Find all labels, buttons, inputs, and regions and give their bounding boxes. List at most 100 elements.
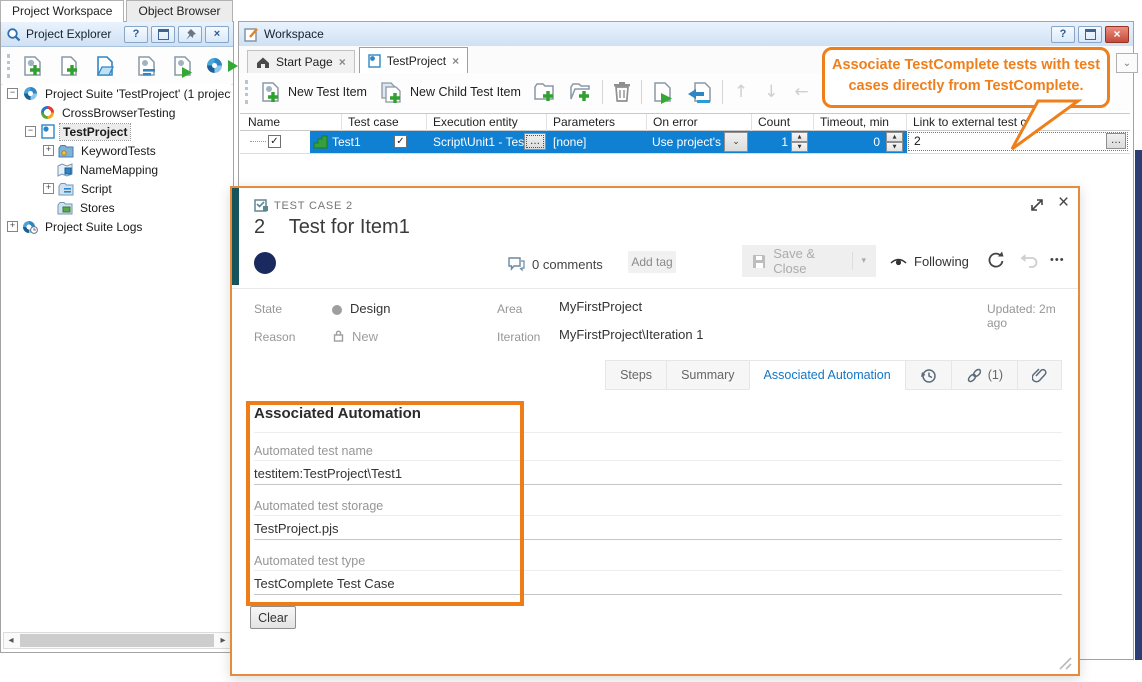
tree-item-keywordtests[interactable]: + KeywordTests: [3, 141, 231, 160]
automated-test-type-value[interactable]: TestComplete Test Case: [254, 576, 395, 591]
test-item-row[interactable]: ✓ Test1 ✓ Script\Unit1 - Test1 … [none] …: [240, 131, 1130, 154]
new-child-test-item-button[interactable]: New Child Test Item: [376, 79, 524, 106]
workspace-help-button[interactable]: ?: [1051, 26, 1075, 43]
col-header-on-error[interactable]: On error: [647, 114, 752, 131]
tree-item-crossbrowsertesting[interactable]: CrossBrowserTesting: [3, 103, 231, 122]
move-left-button[interactable]: ←: [789, 84, 813, 101]
scroll-right-icon[interactable]: ▸: [216, 635, 230, 646]
add-project-suite-button[interactable]: [18, 52, 48, 80]
on-error-dropdown-button[interactable]: ⌄: [724, 132, 748, 152]
explorer-restore-button[interactable]: [151, 26, 175, 43]
resize-grip[interactable]: [1058, 656, 1072, 673]
move-up-button[interactable]: ↑: [729, 84, 753, 101]
tab-history[interactable]: [905, 360, 952, 390]
automated-test-storage-value[interactable]: TestProject.pjs: [254, 521, 339, 536]
undo-icon[interactable]: [1020, 253, 1039, 273]
close-tab-icon[interactable]: ×: [339, 55, 346, 69]
refresh-icon[interactable]: [986, 251, 1005, 273]
spin-down-icon[interactable]: ▼: [886, 142, 903, 152]
expander-icon[interactable]: −: [25, 126, 36, 137]
close-dialog-icon[interactable]: ×: [1058, 192, 1069, 214]
tab-testproject[interactable]: TestProject ×: [359, 47, 468, 73]
toolbar-overflow-button[interactable]: ⌄: [1116, 53, 1138, 73]
new-group-button[interactable]: [530, 79, 560, 105]
tree-item-testproject[interactable]: − TestProject: [3, 122, 231, 141]
tab-associated-automation[interactable]: Associated Automation: [749, 360, 906, 390]
move-down-button[interactable]: ↓: [759, 84, 783, 101]
state-value[interactable]: Design: [350, 301, 390, 316]
tab-steps[interactable]: Steps: [605, 360, 667, 390]
cell-name[interactable]: Test1: [332, 131, 361, 153]
spin-up-icon[interactable]: ▲: [886, 132, 903, 142]
more-options-icon[interactable]: •••: [1050, 254, 1065, 266]
iteration-value[interactable]: MyFirstProject\Iteration 1: [559, 327, 704, 342]
organize-items-button[interactable]: [132, 52, 162, 80]
tab-summary[interactable]: Summary: [666, 360, 749, 390]
tab-object-browser[interactable]: Object Browser: [126, 0, 232, 22]
tab-project-workspace[interactable]: Project Workspace: [0, 0, 124, 22]
cell-timeout[interactable]: 0: [818, 131, 880, 153]
cell-count[interactable]: 1: [754, 131, 788, 153]
toolbar-drag-handle[interactable]: [245, 80, 248, 104]
scrollbar-thumb[interactable]: [20, 634, 214, 647]
run-selected-button[interactable]: [648, 79, 678, 106]
expander-icon[interactable]: −: [7, 88, 18, 99]
col-header-count[interactable]: Count: [752, 114, 814, 131]
scroll-left-icon[interactable]: ◂: [4, 635, 18, 646]
test-case-checkbox[interactable]: ✓: [394, 135, 407, 148]
new-test-item-button[interactable]: New Test Item: [256, 79, 370, 106]
tree-item-namemapping[interactable]: NameMapping: [3, 160, 231, 179]
tree-item-stores[interactable]: Stores: [3, 198, 231, 217]
col-header-name[interactable]: Name: [242, 114, 342, 131]
workspace-close-button[interactable]: ×: [1105, 26, 1129, 43]
explorer-close-button[interactable]: ×: [205, 26, 229, 43]
close-tab-icon[interactable]: ×: [452, 54, 459, 68]
col-header-test-case[interactable]: Test case: [342, 114, 427, 131]
automated-test-name-label: Automated test name: [254, 444, 373, 458]
comments-button[interactable]: 0 comments: [508, 257, 603, 272]
col-header-timeout[interactable]: Timeout, min: [814, 114, 907, 131]
save-dropdown-caret[interactable]: ▾: [861, 256, 866, 266]
workspace-restore-button[interactable]: [1078, 26, 1102, 43]
cell-parameters[interactable]: [none]: [553, 131, 586, 153]
expander-icon[interactable]: +: [43, 183, 54, 194]
tab-links[interactable]: (1): [951, 360, 1018, 390]
tab-attachments[interactable]: [1017, 360, 1062, 390]
add-to-group-button[interactable]: [566, 79, 596, 105]
automated-test-name-value[interactable]: testitem:TestProject\Test1: [254, 466, 402, 481]
tree-item-project-suite[interactable]: − Project Suite 'TestProject' (1 project…: [3, 84, 231, 103]
expand-dialog-icon[interactable]: [1028, 196, 1046, 217]
add-tag-button[interactable]: Add tag: [628, 251, 676, 273]
work-item-title-text[interactable]: Test for Item1: [289, 216, 410, 238]
explorer-horizontal-scrollbar[interactable]: ◂ ▸: [3, 632, 231, 649]
tab-start-page[interactable]: Start Page ×: [247, 50, 355, 73]
col-header-parameters[interactable]: Parameters: [547, 114, 647, 131]
row-enabled-checkbox[interactable]: ✓: [268, 135, 281, 148]
tree-item-script[interactable]: + Script: [3, 179, 231, 198]
tree-item-project-suite-logs[interactable]: + Project Suite Logs: [3, 217, 231, 236]
open-file-button[interactable]: [90, 52, 120, 80]
count-spinner[interactable]: ▲ ▼: [791, 132, 808, 152]
go-to-source-button[interactable]: [684, 79, 716, 106]
expander-icon[interactable]: +: [43, 145, 54, 156]
link-browse-button[interactable]: …: [1106, 133, 1126, 149]
following-button[interactable]: Following: [890, 254, 969, 269]
clear-button[interactable]: Clear: [250, 606, 296, 629]
explorer-pin-button[interactable]: [178, 26, 202, 43]
assignee-avatar[interactable]: [254, 252, 276, 274]
cell-execution-entity[interactable]: Script\Unit1 - Test1: [433, 131, 534, 153]
explorer-help-button[interactable]: ?: [124, 26, 148, 43]
area-value[interactable]: MyFirstProject: [559, 299, 642, 314]
run-project-button[interactable]: [168, 52, 198, 80]
toolbar-drag-handle[interactable]: [7, 54, 10, 78]
timeout-spinner[interactable]: ▲ ▼: [886, 132, 903, 152]
execution-entity-browse-button[interactable]: …: [524, 133, 546, 150]
delete-button[interactable]: [609, 79, 635, 105]
spin-down-icon[interactable]: ▼: [791, 142, 808, 152]
col-header-execution-entity[interactable]: Execution entity: [427, 114, 547, 131]
cell-on-error[interactable]: Use project's 'On e...: [652, 131, 722, 153]
add-item-button[interactable]: [54, 52, 84, 80]
expander-icon[interactable]: +: [7, 221, 18, 232]
spin-up-icon[interactable]: ▲: [791, 132, 808, 142]
save-and-close-button[interactable]: Save & Close ▾: [742, 245, 876, 277]
